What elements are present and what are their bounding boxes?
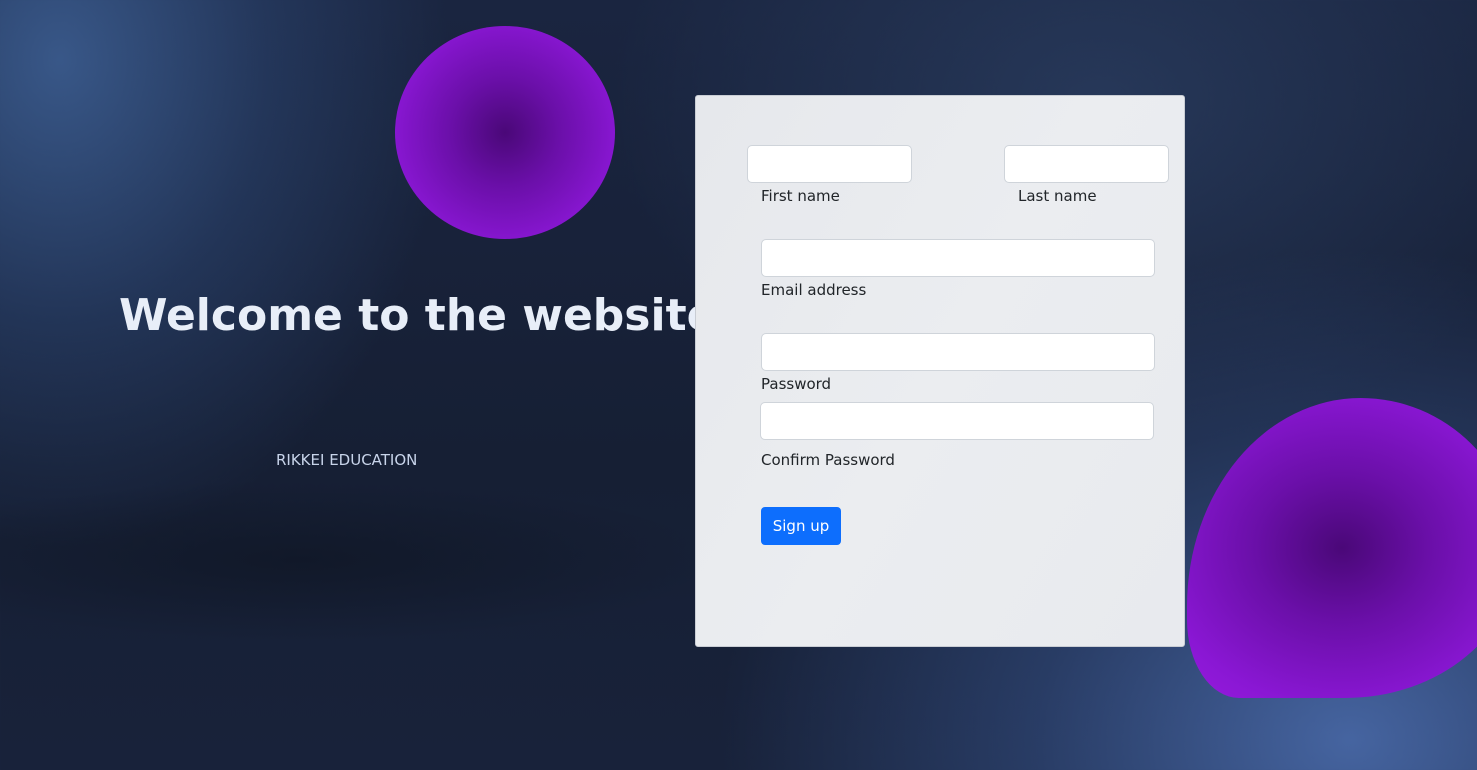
- first-name-label: First name: [761, 187, 840, 205]
- hero-title: Welcome to the website: [119, 290, 717, 341]
- password-input[interactable]: [761, 333, 1155, 371]
- confirm-password-label: Confirm Password: [761, 451, 895, 469]
- first-name-input[interactable]: [747, 145, 912, 183]
- last-name-label: Last name: [1018, 187, 1097, 205]
- email-input[interactable]: [761, 239, 1155, 277]
- sign-up-button[interactable]: Sign up: [761, 507, 841, 545]
- confirm-password-input[interactable]: [760, 402, 1154, 440]
- decorative-circle-top: [395, 26, 615, 239]
- password-label: Password: [761, 375, 832, 393]
- decorative-blob-right: [1187, 398, 1477, 698]
- hero-subtitle: RIKKEI EDUCATION: [276, 451, 418, 469]
- background-shadow: [0, 480, 700, 640]
- email-label: Email address: [761, 281, 867, 299]
- signup-form: First name Last name Email address Passw…: [695, 95, 1185, 647]
- last-name-input[interactable]: [1004, 145, 1169, 183]
